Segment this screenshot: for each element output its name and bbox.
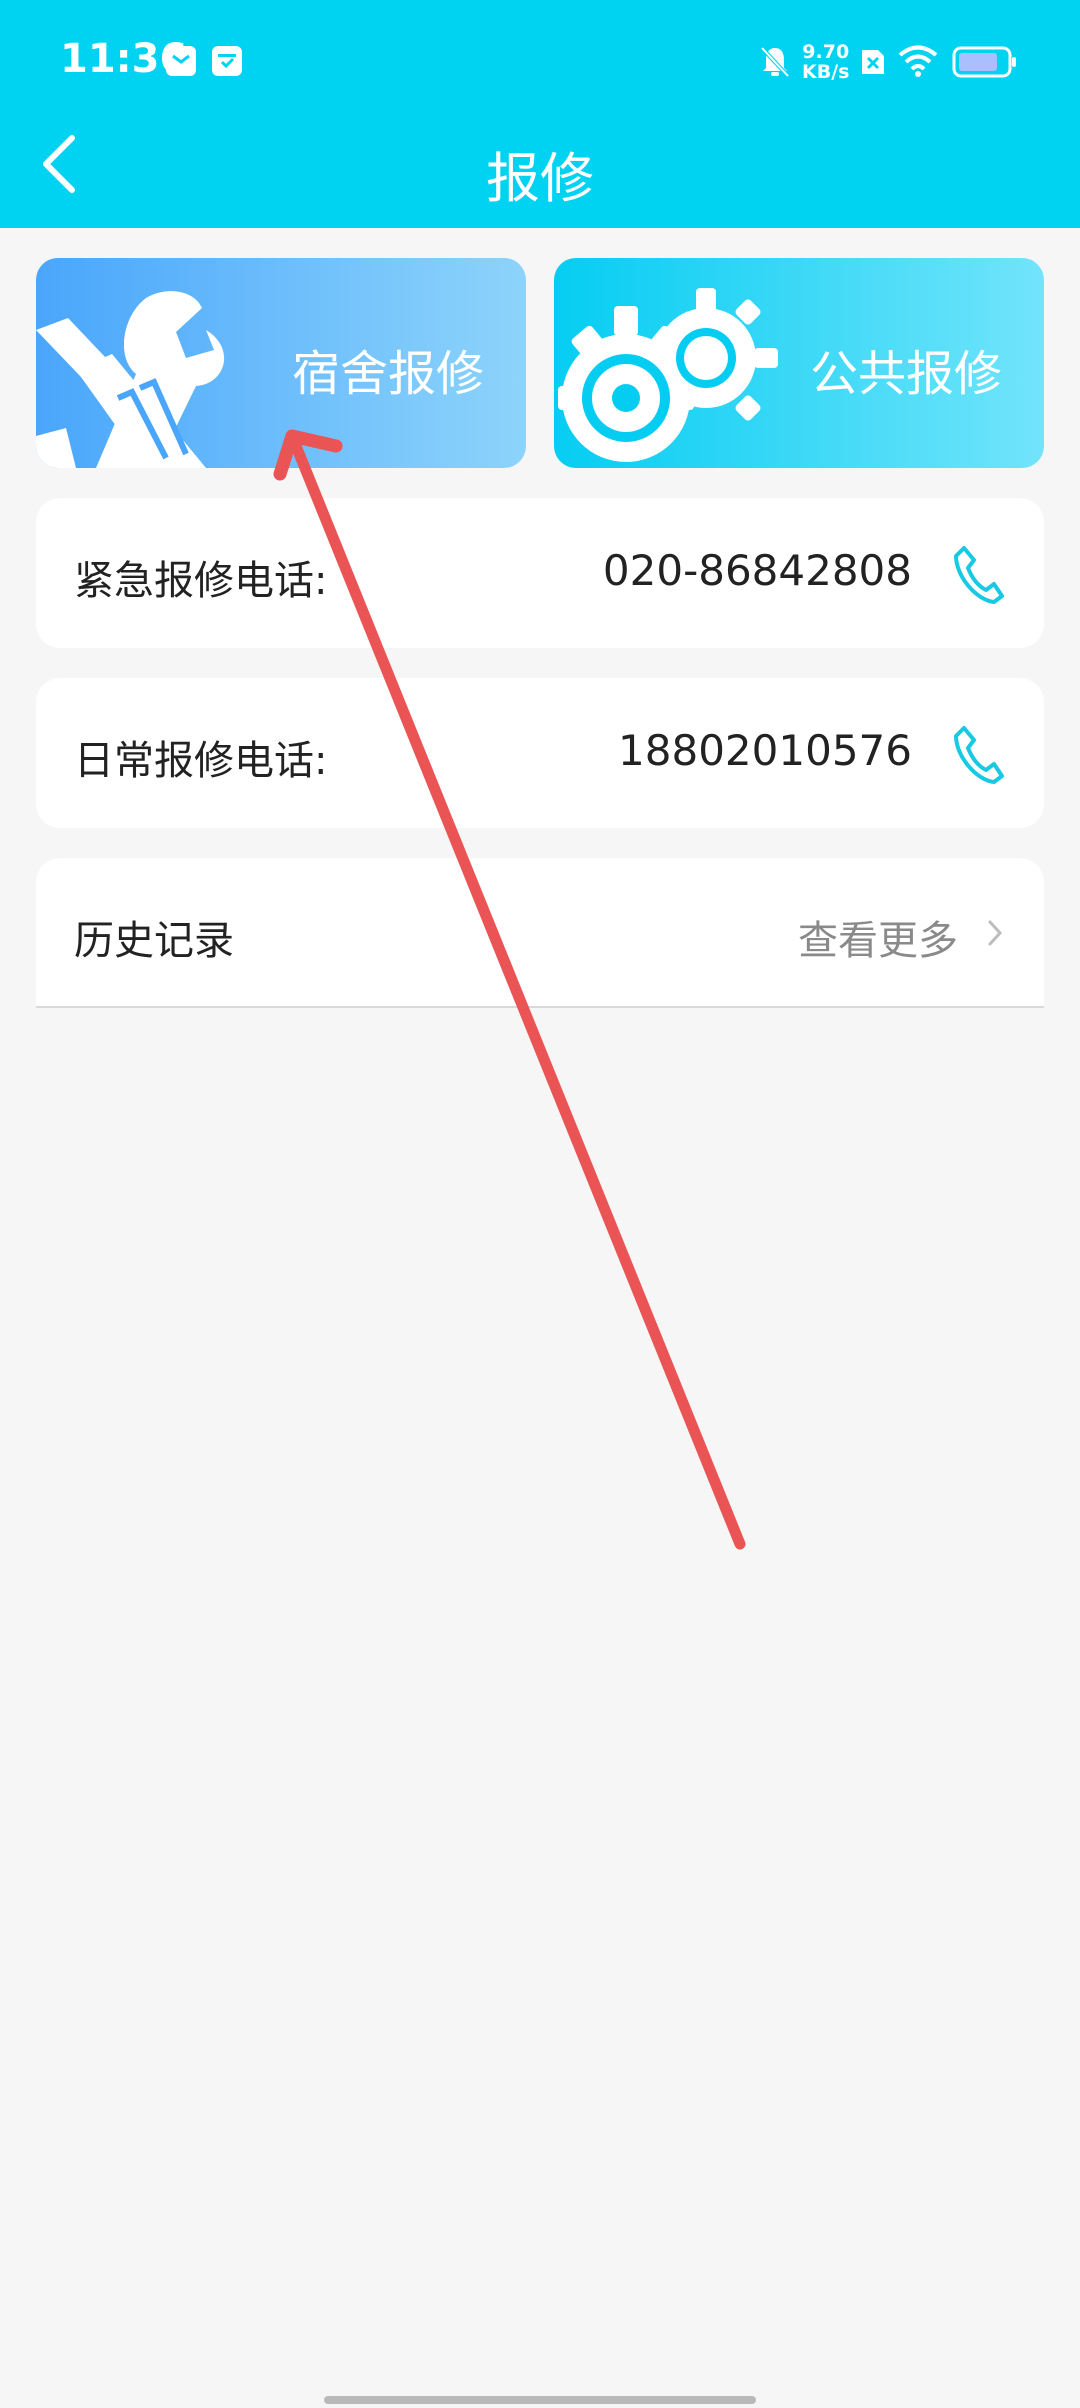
- annotation-arrow: [273, 429, 746, 1550]
- home-indicator[interactable]: [324, 2396, 756, 2404]
